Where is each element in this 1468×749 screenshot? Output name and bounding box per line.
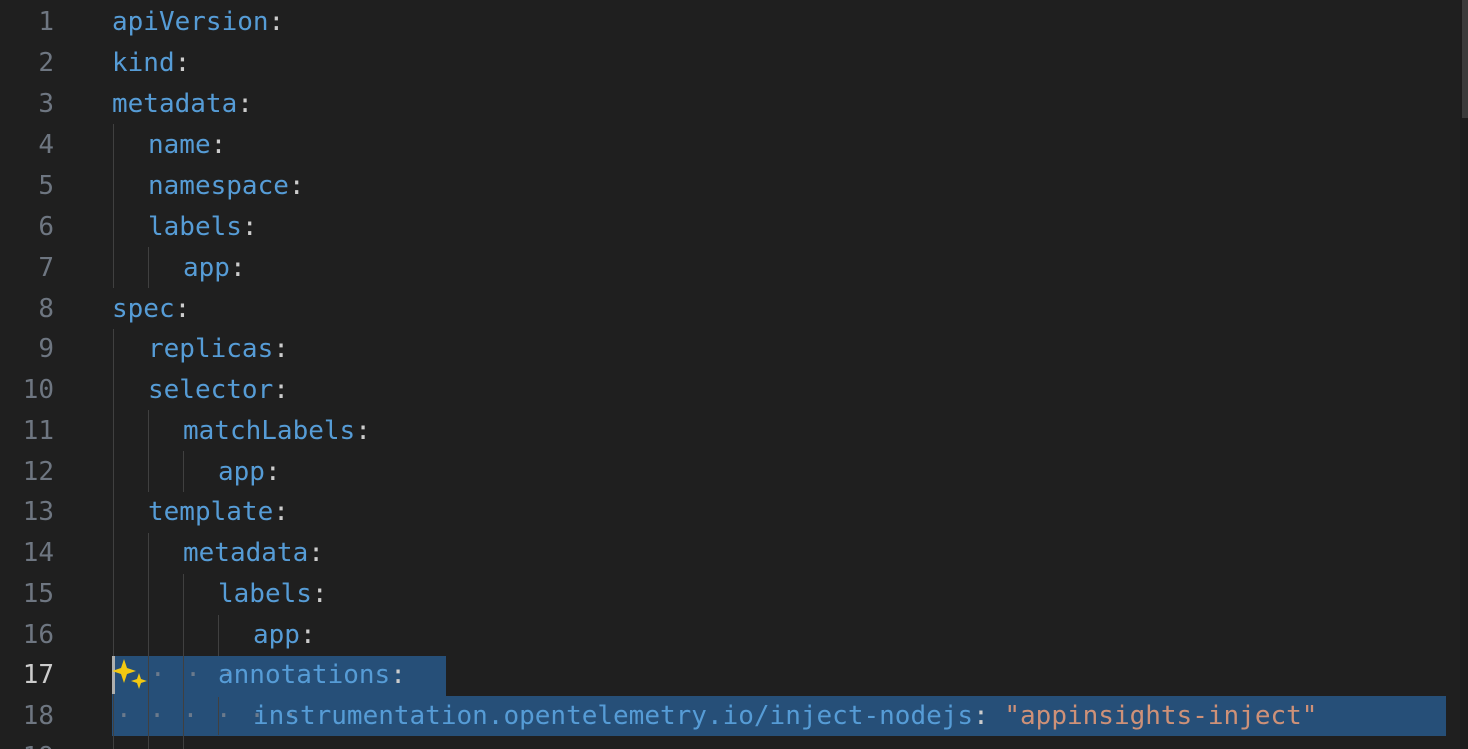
line-number: 19 [0, 737, 54, 749]
code-line[interactable]: 9 replicas: [0, 329, 1468, 370]
code-line[interactable]: 4 name: [0, 125, 1468, 166]
yaml-key: name [148, 130, 211, 160]
yaml-key: labels [218, 579, 312, 609]
code-line[interactable]: 8 spec: [0, 289, 1468, 330]
code-editor[interactable]: 1 apiVersion: 2 kind: 3 metadata: 4 name… [0, 0, 1468, 749]
code-line[interactable]: 5 namespace: [0, 166, 1468, 207]
line-number: 12 [22, 457, 54, 487]
yaml-colon: : [268, 7, 285, 37]
yaml-key: labels [148, 212, 242, 242]
yaml-colon: : [174, 48, 191, 78]
code-line-partial: 19 [0, 737, 1468, 749]
yaml-colon: : [355, 416, 371, 446]
code-line[interactable]: 13 template: [0, 492, 1468, 533]
sparkle-icon[interactable] [112, 655, 152, 695]
code-line[interactable]: 6 labels: [0, 207, 1468, 248]
yaml-colon: : [308, 538, 324, 568]
yaml-colon: : [264, 457, 281, 487]
line-number: 10 [22, 375, 54, 405]
yaml-string-value: "appinsights-inject" [1004, 701, 1318, 731]
yaml-key: annotations [218, 660, 391, 690]
yaml-colon: : [390, 660, 406, 690]
line-number: 14 [22, 538, 54, 568]
yaml-key: selector [148, 375, 274, 405]
whitespace-dot [989, 701, 1005, 731]
line-number: 1 [38, 7, 54, 37]
line-number-active: 17 [22, 660, 54, 690]
line-number: 9 [38, 334, 54, 364]
yaml-colon: : [288, 171, 305, 201]
code-line[interactable]: 1 apiVersion: [0, 2, 1468, 43]
yaml-key: metadata [183, 538, 309, 568]
yaml-colon: : [273, 375, 289, 405]
line-number: 16 [22, 620, 54, 650]
line-number: 4 [38, 130, 54, 160]
yaml-key: namespace [148, 171, 289, 201]
code-line[interactable]: 11 matchLabels: [0, 411, 1468, 452]
yaml-colon: : [973, 701, 989, 731]
yaml-key: metadata [112, 89, 238, 119]
yaml-colon: : [311, 579, 328, 609]
line-number: 11 [22, 416, 54, 446]
code-line-active[interactable]: 17 · · · annotations: [0, 655, 1468, 696]
code-line[interactable]: 3 metadata: [0, 84, 1468, 125]
code-line[interactable]: 12 app: [0, 452, 1468, 493]
line-number: 18 [22, 701, 54, 731]
yaml-colon: : [229, 253, 246, 283]
line-number: 6 [38, 212, 54, 242]
code-line[interactable]: 2 kind: [0, 43, 1468, 84]
yaml-colon: : [273, 334, 289, 364]
yaml-key: spec [112, 294, 175, 324]
yaml-key: replicas [148, 334, 274, 364]
yaml-key: template [148, 497, 274, 527]
code-line[interactable]: 7 app: [0, 248, 1468, 289]
yaml-key: kind [112, 48, 175, 78]
line-number: 15 [22, 579, 54, 609]
yaml-colon: : [299, 620, 316, 650]
code-line[interactable]: 10 selector: [0, 370, 1468, 411]
code-line[interactable]: 16 app: [0, 615, 1468, 656]
line-number: 8 [38, 294, 54, 324]
yaml-key: instrumentation.opentelemetry.io/inject-… [253, 701, 974, 731]
yaml-colon: : [237, 89, 253, 119]
yaml-key: matchLabels [183, 416, 356, 446]
code-line[interactable]: 18 · · · · · · instrumentation.opentelem… [0, 696, 1468, 737]
yaml-key: apiVersion [112, 7, 269, 37]
line-number: 13 [22, 497, 54, 527]
yaml-colon: : [174, 294, 191, 324]
yaml-key: app [253, 620, 300, 650]
line-number: 7 [38, 253, 54, 283]
line-number: 2 [38, 48, 54, 78]
scrollbar-thumb[interactable] [1462, 0, 1468, 118]
yaml-colon: : [210, 130, 227, 160]
yaml-key: app [183, 253, 230, 283]
yaml-colon: : [273, 497, 289, 527]
line-number: 5 [38, 171, 54, 201]
yaml-key: app [218, 457, 265, 487]
code-line[interactable]: 14 metadata: [0, 533, 1468, 574]
code-line[interactable]: 15 labels: [0, 574, 1468, 615]
yaml-colon: : [241, 212, 258, 242]
line-number: 3 [38, 89, 54, 119]
